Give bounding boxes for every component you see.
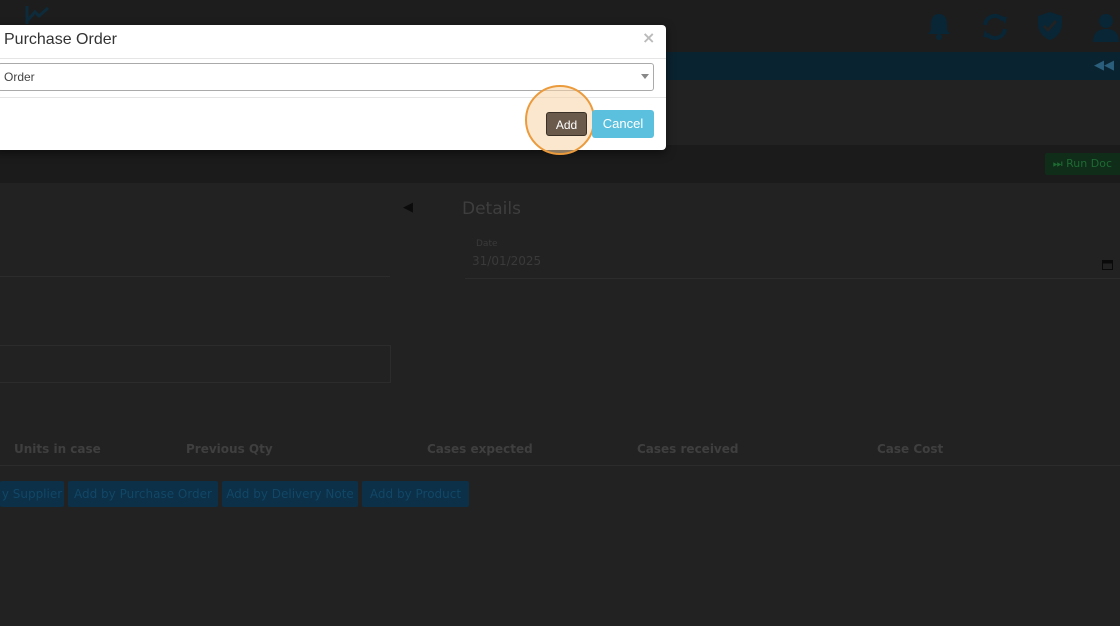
refresh-icon[interactable] (981, 13, 1009, 41)
details-title: Details (462, 199, 521, 219)
left-panel-field[interactable] (0, 240, 390, 277)
select-value: Order (4, 70, 35, 84)
date-label: Date (476, 239, 498, 249)
column-header: Previous Qty (186, 442, 273, 456)
date-value[interactable]: 31/01/2025 (472, 254, 541, 268)
column-header: Units in case (14, 442, 101, 456)
column-header: Cases received (637, 442, 739, 456)
caret-left-icon[interactable]: ◀ (403, 200, 413, 215)
add-by-product-button[interactable]: Add by Product (362, 481, 469, 507)
collapse-arrows[interactable]: ◀◀ (1094, 58, 1114, 73)
column-header: Case Cost (877, 442, 944, 456)
add-by-supplier-button[interactable]: y Supplier (0, 481, 64, 507)
shield-check-icon[interactable] (1036, 11, 1064, 41)
divider (0, 58, 666, 59)
add-by-purchase-order-button[interactable]: Add by Purchase Order (68, 481, 218, 507)
chevron-down-icon[interactable] (641, 74, 649, 79)
add-by-delivery-note-button[interactable]: Add by Delivery Note (222, 481, 358, 507)
table-header (0, 432, 1120, 466)
date-field[interactable] (465, 238, 1120, 279)
run-doc-button[interactable]: ⏭ Run Doc (1044, 153, 1120, 175)
left-panel-box[interactable] (0, 345, 391, 383)
calendar-icon[interactable] (1102, 255, 1113, 270)
bell-icon[interactable] (926, 12, 952, 40)
add-button[interactable]: Add (546, 112, 587, 136)
cancel-button[interactable]: Cancel (592, 110, 654, 138)
close-icon[interactable]: × (642, 28, 655, 47)
user-icon[interactable] (1092, 12, 1120, 42)
column-header: Cases expected (427, 442, 533, 456)
modal-title: Purchase Order (4, 31, 117, 48)
logo-icon[interactable] (24, 4, 52, 26)
